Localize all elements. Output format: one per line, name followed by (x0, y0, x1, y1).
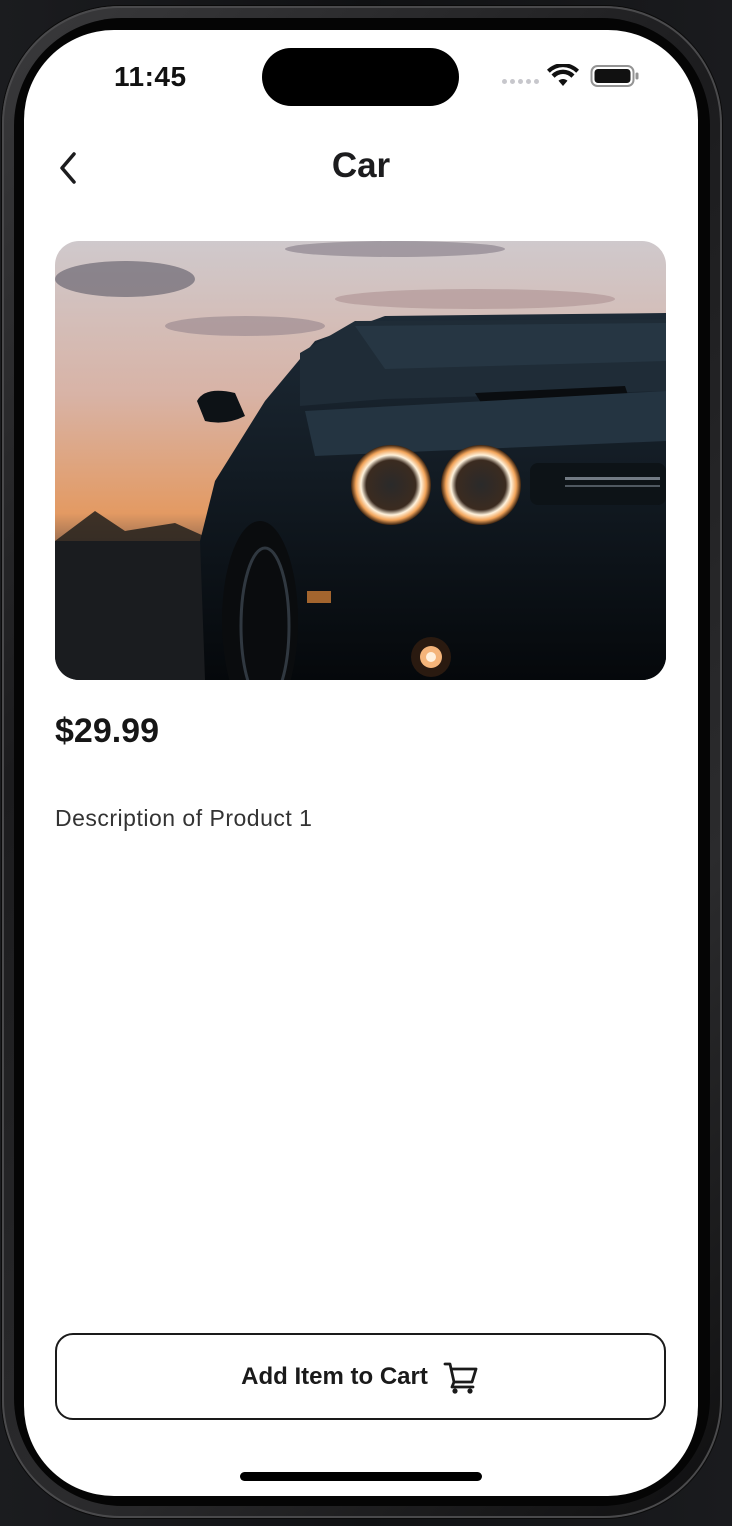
product-image (55, 241, 666, 680)
product-description: Description of Product 1 (55, 805, 313, 831)
product-price: $29.99 (55, 712, 159, 750)
add-to-cart-button[interactable]: Add Item to Cart (55, 1333, 666, 1420)
cart-icon (443, 1362, 478, 1394)
app-screen: 11:45 Car $29.99 Description of Product … (24, 30, 698, 1496)
cellular-signal-icon (502, 79, 539, 84)
dynamic-island (262, 48, 459, 106)
home-indicator[interactable] (240, 1472, 482, 1481)
car-photo (55, 241, 666, 680)
status-time: 11:45 (114, 61, 187, 92)
add-to-cart-label: Add Item to Cart (241, 1362, 428, 1390)
page-title: Car (331, 146, 391, 185)
wifi-icon (547, 64, 579, 86)
battery-icon (590, 65, 639, 87)
